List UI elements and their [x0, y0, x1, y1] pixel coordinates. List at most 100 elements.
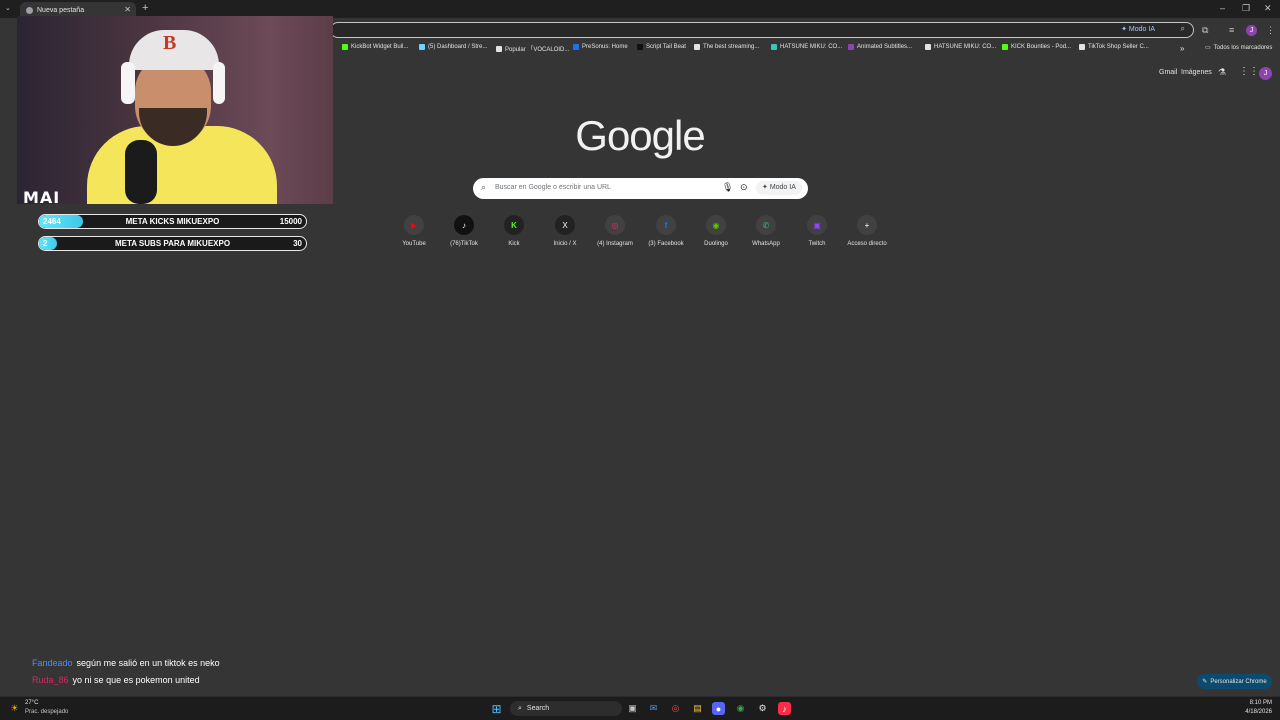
bookmark-favicon-icon	[1002, 44, 1008, 50]
goal-bar-kicks: 2464 META KICKS MIKUEXPO 15000	[38, 214, 307, 229]
chrome-icon[interactable]: ◉	[734, 702, 747, 715]
instagram-icon: ◎	[605, 215, 625, 235]
zoom-icon[interactable]: ⌕	[1181, 24, 1185, 34]
profile-avatar[interactable]: J	[1246, 25, 1257, 36]
bookmark-item[interactable]: PreSonus: Home	[573, 44, 628, 50]
minimize-icon[interactable]: –	[1220, 3, 1225, 13]
maximize-icon[interactable]: ❐	[1242, 3, 1250, 14]
goal-target: 30	[293, 239, 302, 248]
new-tab-button[interactable]: +	[142, 2, 148, 14]
headset-left	[121, 62, 135, 104]
bookmark-item[interactable]: HATSUNE MIKU: CO...	[925, 44, 996, 50]
side-panel-icon[interactable]: ≡	[1229, 25, 1234, 35]
goal-title: META KICKS MIKUEXPO	[125, 217, 220, 226]
shortcut-add[interactable]: + Acceso directo	[842, 215, 892, 247]
bookmark-favicon-icon	[496, 45, 502, 52]
bookmark-item[interactable]: The best streaming...	[694, 44, 759, 50]
discord-icon[interactable]: ●	[712, 702, 725, 715]
search-placeholder: Buscar en Google o escribir una URL	[495, 184, 611, 191]
shortcut-tiktok[interactable]: ♪ (76)TikTok	[439, 215, 489, 247]
bookmark-item[interactable]: Popular 「VOCALOID...	[496, 44, 569, 53]
bookmark-item[interactable]: Script Tail Beat	[637, 44, 686, 50]
menu-icon[interactable]: ⋮	[1266, 25, 1275, 36]
shortcut-facebook[interactable]: f (3) Facebook	[641, 215, 691, 247]
close-window-icon[interactable]: ✕	[1264, 3, 1272, 14]
plus-icon: +	[857, 215, 877, 235]
omnibox-ai-mode-label: Modo IA	[1128, 26, 1155, 33]
extensions-icon[interactable]: ⧉	[1202, 25, 1208, 36]
kick-icon: K	[504, 215, 524, 235]
google-logo: Google	[575, 112, 705, 159]
folder-icon: ▭	[1205, 45, 1211, 51]
weather-icon[interactable]: ☀	[8, 702, 21, 715]
webcam-overlay: B MAI	[17, 16, 333, 204]
bookmark-favicon-icon	[419, 44, 425, 50]
labs-icon[interactable]: ⚗	[1218, 67, 1226, 78]
bookmark-favicon-icon	[771, 44, 777, 50]
weather-temperature[interactable]: 27°C	[25, 700, 38, 706]
mail-icon[interactable]: ✉	[647, 702, 660, 715]
shortcut-twitch[interactable]: ▣ Twitch	[792, 215, 842, 247]
chat-text: según me salió en un tiktok es neko	[76, 658, 220, 668]
clock-date[interactable]: 4/18/2026	[1245, 709, 1272, 715]
bookmark-item[interactable]: HATSUNE MIKU: CO...	[771, 44, 842, 50]
bookmark-favicon-icon	[637, 44, 643, 50]
bookmark-item[interactable]: Animated Subtitles...	[848, 44, 912, 50]
apps-grid-icon[interactable]: ⋮⋮	[1239, 66, 1259, 77]
shortcut-duolingo[interactable]: ◉ Duolingo	[691, 215, 741, 247]
address-bar[interactable]: ✦ Modo IA ⌕	[330, 22, 1194, 38]
ai-mode-button[interactable]: ✦ Modo IA	[756, 181, 802, 195]
goal-target: 15000	[279, 217, 302, 226]
youtube-icon: ▶	[404, 215, 424, 235]
google-account-avatar[interactable]: J	[1259, 67, 1272, 80]
images-link[interactable]: Imágenes	[1181, 69, 1212, 76]
all-bookmarks-folder[interactable]: ▭ Todos los marcadores	[1205, 44, 1272, 52]
x-icon: X	[555, 215, 575, 235]
pencil-icon: ✎	[1202, 679, 1208, 685]
chat-username: Fandeado	[32, 658, 73, 668]
music-icon[interactable]: ♪	[778, 702, 791, 715]
shortcut-x[interactable]: X Inicio / X	[540, 215, 590, 247]
chat-message: Fandeado según me salió en un tiktok es n…	[32, 658, 220, 668]
cap-logo: B	[163, 32, 177, 54]
weather-description[interactable]: Prac. despejado	[25, 709, 68, 715]
file-explorer-icon[interactable]: ▤	[691, 702, 704, 715]
chat-text: yo ni se que es pokemon united	[72, 675, 200, 685]
search-icon: ⌕	[518, 704, 522, 712]
chat-username: Ruda_86	[32, 675, 69, 685]
taskbar-search[interactable]: ⌕ Search	[510, 701, 622, 716]
headset-right	[213, 62, 225, 104]
windows-start-icon[interactable]: ⊞	[490, 702, 503, 716]
whatsapp-icon: ✆	[756, 215, 776, 235]
bookmark-item[interactable]: KickBot Widget Buil...	[342, 44, 408, 50]
settings-icon[interactable]: ⚙	[756, 702, 769, 715]
bookmark-favicon-icon	[848, 44, 854, 50]
more-bookmarks-icon[interactable]: »	[1180, 44, 1184, 53]
gmail-link[interactable]: Gmail	[1159, 69, 1177, 76]
goal-bar-subs: 2 META SUBS PARA MIKUEXPO 30	[38, 236, 307, 251]
shortcut-instagram[interactable]: ◎ (4) Instagram	[590, 215, 640, 247]
search-icon: ⌕	[481, 182, 487, 192]
windows-taskbar: ☀ 27°C Prac. despejado ⊞ ⌕ Search ▣ ✉ ◎ ●…	[0, 696, 1280, 720]
clock-time[interactable]: 8:10 PM	[1250, 700, 1272, 706]
personalize-chrome-button[interactable]: ✎ Personalizar Chrome	[1197, 674, 1272, 689]
lens-icon[interactable]: ⊙	[740, 182, 748, 193]
chat-message: Ruda_86 yo ni se que es pokemon united	[32, 675, 200, 685]
tab-search-icon[interactable]: ⌄	[5, 4, 11, 12]
shortcut-youtube[interactable]: ▶ YouTube	[389, 215, 439, 247]
task-view-icon[interactable]: ▣	[626, 702, 639, 715]
google-search-box[interactable]: ⌕ Buscar en Google o escribir una URL 🎙 …	[473, 178, 808, 199]
bookmark-item[interactable]: (5) Dashboard / Stre...	[419, 44, 487, 50]
bookmark-favicon-icon	[694, 44, 700, 50]
goal-title: META SUBS PARA MIKUEXPO	[114, 239, 231, 248]
omnibox-ai-mode[interactable]: ✦ Modo IA	[1121, 25, 1155, 33]
app-icon[interactable]: ◎	[669, 702, 682, 715]
tiktok-icon: ♪	[454, 215, 474, 235]
bookmark-item[interactable]: TikTok Shop Seller C...	[1079, 44, 1149, 50]
shortcut-kick[interactable]: K Kick	[489, 215, 539, 247]
twitch-icon: ▣	[807, 215, 827, 235]
microphone-icon[interactable]: 🎙	[722, 182, 733, 193]
shortcut-whatsapp[interactable]: ✆ WhatsApp	[741, 215, 791, 247]
close-tab-icon[interactable]: ✕	[124, 5, 131, 14]
bookmark-item[interactable]: KICK Bounties - Pod...	[1002, 44, 1071, 50]
